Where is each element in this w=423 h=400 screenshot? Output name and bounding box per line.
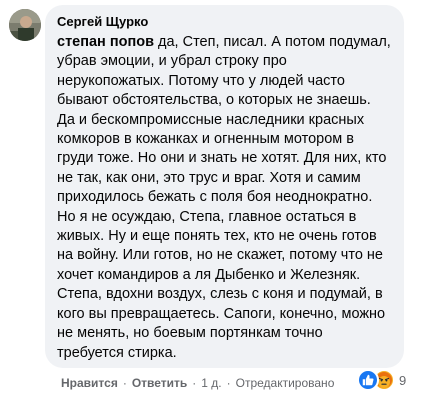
comment-body: да, Степ, писал. А потом подумал, убрав …: [57, 34, 391, 361]
avatar-photo-icon: [9, 9, 41, 41]
edited-label[interactable]: Отредактировано: [236, 376, 335, 390]
reply-button[interactable]: Ответить: [132, 376, 187, 390]
comment-text: степан попов да, Степ, писал. А потом по…: [57, 33, 392, 363]
separator: ·: [226, 376, 231, 390]
comment-author-name[interactable]: Сергей Щурко: [57, 14, 392, 30]
comment-container: Сергей Щурко степан попов да, Степ, писа…: [0, 0, 423, 400]
comment-bubble: Сергей Щурко степан попов да, Степ, писа…: [45, 5, 404, 368]
reaction-count: 9: [399, 372, 407, 388]
separator: ·: [122, 376, 127, 390]
like-icon: [357, 369, 379, 391]
avatar[interactable]: [9, 9, 41, 41]
reactions-summary[interactable]: 9: [357, 369, 407, 391]
separator: ·: [192, 376, 197, 390]
mention-link[interactable]: степан попов: [57, 34, 154, 50]
like-button[interactable]: Нравится: [61, 376, 118, 390]
comment-actions: Нравится · Ответить · 1 д. · Отредактиро…: [61, 374, 334, 392]
timestamp-link[interactable]: 1 д.: [201, 376, 221, 390]
